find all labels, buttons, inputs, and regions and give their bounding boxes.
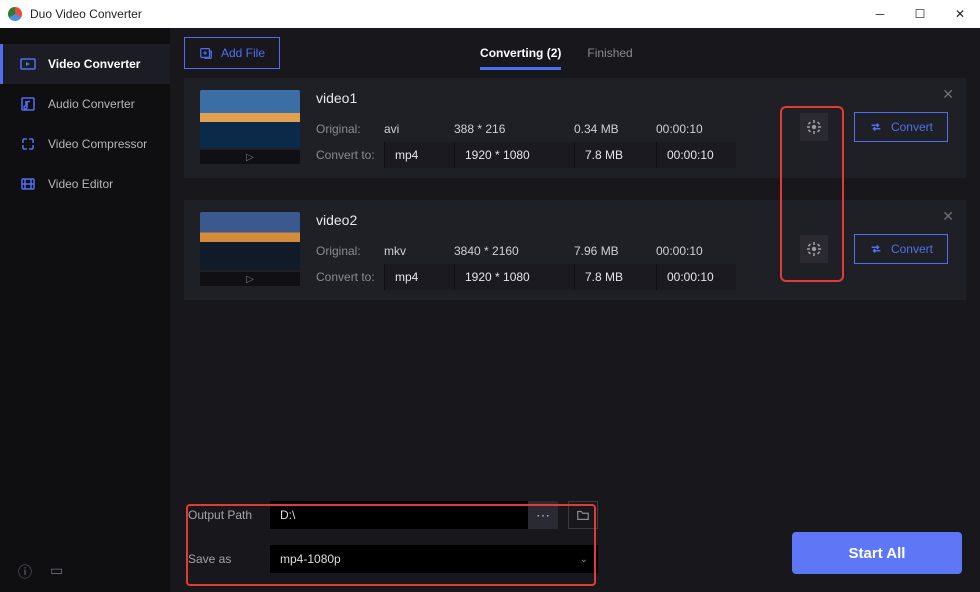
convert-to-label: Convert to: — [316, 148, 384, 162]
video-converter-icon — [20, 56, 36, 72]
tab-finished[interactable]: Finished — [587, 28, 632, 78]
convert-icon — [869, 120, 883, 134]
info-icon[interactable]: ⓘ — [18, 562, 32, 582]
orig-format: avi — [384, 122, 454, 136]
gear-icon — [806, 119, 822, 135]
toolbar: Add File Converting (2) Finished — [170, 28, 980, 78]
video-title: video2 — [316, 212, 948, 228]
tab-converting[interactable]: Converting (2) — [480, 28, 561, 78]
output-path-label: Output Path — [188, 508, 270, 522]
video-editor-icon — [20, 176, 36, 192]
conv-resolution: 1920 * 1080 — [454, 142, 574, 168]
convert-label: Convert — [891, 242, 933, 256]
convert-button[interactable]: Convert — [854, 234, 948, 264]
settings-button[interactable] — [800, 113, 828, 141]
original-label: Original: — [316, 244, 384, 258]
file-item: ✕ ▷ video1 Original: avi 388 * 216 0.34 … — [184, 78, 966, 178]
video-compressor-icon — [20, 136, 36, 152]
title-bar: Duo Video Converter ─ ☐ ✕ — [0, 0, 980, 28]
orig-duration: 00:00:10 — [656, 244, 736, 258]
audio-converter-icon — [20, 96, 36, 112]
sidebar-item-label: Video Editor — [48, 177, 113, 191]
original-label: Original: — [316, 122, 384, 136]
minimize-button[interactable]: ─ — [860, 0, 900, 28]
conv-duration: 00:00:10 — [656, 142, 736, 168]
open-folder-button[interactable] — [568, 501, 598, 529]
start-all-button[interactable]: Start All — [792, 532, 962, 574]
output-path-input[interactable] — [270, 501, 528, 529]
chevron-down-icon: ⌄ — [580, 554, 588, 565]
add-file-label: Add File — [221, 46, 265, 60]
sidebar-item-video-converter[interactable]: Video Converter — [0, 44, 170, 84]
convert-label: Convert — [891, 120, 933, 134]
sidebar-item-video-editor[interactable]: Video Editor — [0, 164, 170, 204]
play-button[interactable]: ▷ — [200, 272, 300, 286]
close-window-button[interactable]: ✕ — [940, 0, 980, 28]
video-thumbnail — [200, 90, 300, 148]
maximize-button[interactable]: ☐ — [900, 0, 940, 28]
orig-format: mkv — [384, 244, 454, 258]
orig-duration: 00:00:10 — [656, 122, 736, 136]
conv-size: 7.8 MB — [574, 142, 656, 168]
conv-format: mp4 — [384, 142, 454, 168]
orig-size: 0.34 MB — [574, 122, 656, 136]
remove-item-button[interactable]: ✕ — [942, 86, 954, 103]
orig-resolution: 388 * 216 — [454, 122, 574, 136]
settings-button[interactable] — [800, 235, 828, 263]
sidebar-item-video-compressor[interactable]: Video Compressor — [0, 124, 170, 164]
app-logo-icon — [8, 7, 22, 21]
folder-icon — [576, 508, 590, 522]
main-area: Add File Converting (2) Finished ✕ ▷ vid… — [170, 28, 980, 592]
feedback-icon[interactable]: ▭ — [50, 562, 63, 582]
video-title: video1 — [316, 90, 948, 106]
video-thumbnail — [200, 212, 300, 270]
save-as-label: Save as — [188, 552, 270, 566]
conv-duration: 00:00:10 — [656, 264, 736, 290]
save-as-value: mp4-1080p — [280, 552, 341, 566]
orig-size: 7.96 MB — [574, 244, 656, 258]
sidebar: Video Converter Audio Converter Video Co… — [0, 28, 170, 592]
footer: Output Path ⋯ Save as mp4-1080p ⌄ — [170, 500, 980, 592]
conv-format: mp4 — [384, 264, 454, 290]
sidebar-item-label: Video Compressor — [48, 137, 147, 151]
play-button[interactable]: ▷ — [200, 150, 300, 164]
file-item: ✕ ▷ video2 Original: mkv 3840 * 2160 7.9… — [184, 200, 966, 300]
conv-size: 7.8 MB — [574, 264, 656, 290]
orig-resolution: 3840 * 2160 — [454, 244, 574, 258]
save-as-dropdown[interactable]: mp4-1080p ⌄ — [270, 545, 598, 573]
convert-button[interactable]: Convert — [854, 112, 948, 142]
add-file-icon — [199, 46, 213, 60]
sidebar-item-label: Video Converter — [48, 57, 140, 71]
start-all-label: Start All — [849, 545, 906, 562]
convert-to-label: Convert to: — [316, 270, 384, 284]
convert-icon — [869, 242, 883, 256]
remove-item-button[interactable]: ✕ — [942, 208, 954, 225]
sidebar-item-audio-converter[interactable]: Audio Converter — [0, 84, 170, 124]
app-title: Duo Video Converter — [30, 7, 142, 21]
conv-resolution: 1920 * 1080 — [454, 264, 574, 290]
browse-path-button[interactable]: ⋯ — [528, 501, 558, 529]
sidebar-item-label: Audio Converter — [48, 97, 135, 111]
gear-icon — [806, 241, 822, 257]
add-file-button[interactable]: Add File — [184, 37, 280, 69]
